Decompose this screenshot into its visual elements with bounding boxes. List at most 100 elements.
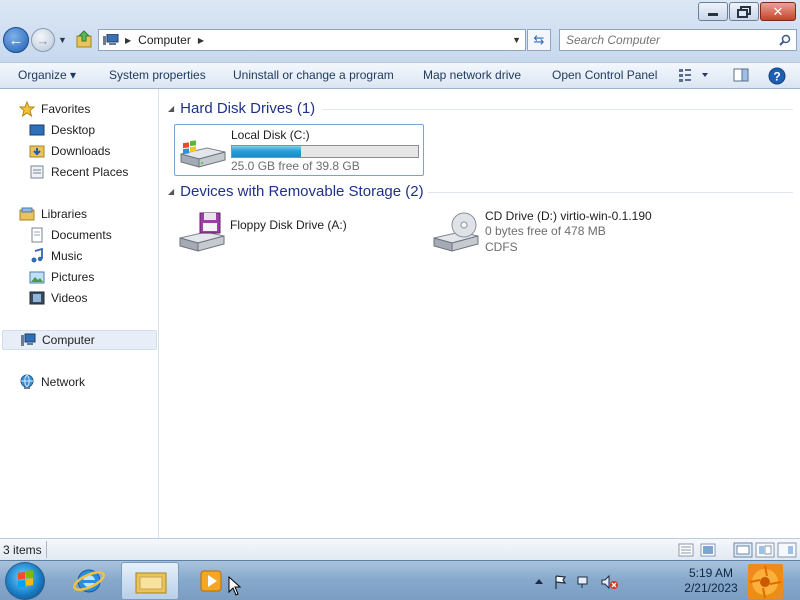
search-input[interactable] [560, 33, 770, 47]
computer-icon [21, 333, 36, 346]
drive-d-tile[interactable]: CD Drive (D:) virtio-win-0.1.190 0 bytes… [430, 207, 690, 257]
collapse-triangle-icon[interactable]: ◢ [168, 187, 174, 196]
group-divider [323, 109, 793, 110]
preview-pane-icon[interactable] [733, 67, 749, 83]
drive-d-free-space: 0 bytes free of 478 MB [485, 224, 606, 238]
forward-button[interactable]: → [31, 28, 55, 52]
search-box[interactable] [559, 29, 797, 51]
window-controls: ✕ [698, 2, 796, 21]
system-properties-button[interactable]: System properties [109, 68, 206, 82]
nav-downloads[interactable]: Downloads [29, 141, 110, 161]
drive-c-tile[interactable]: Local Disk (C:) 25.0 GB free of 39.8 GB [174, 124, 424, 176]
status-bar: 3 items [0, 538, 800, 560]
organize-button[interactable]: Organize ▾ [18, 68, 76, 82]
command-bar: Organize ▾ System properties Uninstall o… [0, 62, 800, 89]
content-pane: ◢ Hard Disk Drives (1) Local Disk (C:) 2… [160, 89, 800, 538]
nav-videos[interactable]: Videos [29, 288, 87, 308]
drive-c-usage-bar [231, 145, 419, 158]
nav-desktop[interactable]: Desktop [29, 120, 95, 140]
nav-computer-label: Computer [42, 333, 95, 347]
taskbar-windows-explorer[interactable] [121, 562, 179, 600]
folder-up-icon[interactable] [76, 30, 92, 48]
minimize-button[interactable] [698, 2, 728, 21]
libraries-icon [19, 207, 35, 221]
taskbar-internet-explorer[interactable] [60, 562, 118, 600]
nav-pictures-label: Pictures [51, 270, 95, 284]
network-globe-icon [20, 374, 34, 389]
open-control-panel-button[interactable]: Open Control Panel [552, 68, 657, 82]
group-header-hard-disk-drives[interactable]: ◢ Hard Disk Drives (1) [168, 100, 315, 117]
group-header-removable-storage[interactable]: ◢ Devices with Removable Storage (2) [168, 183, 424, 200]
pictures-icon [29, 271, 45, 284]
floppy-drive-icon [179, 212, 225, 252]
address-bar[interactable]: ▶ Computer ▶ ▼ [98, 29, 526, 51]
recent-pages-dropdown[interactable]: ▼ [58, 35, 67, 45]
nav-network[interactable]: Network [19, 372, 85, 392]
map-network-drive-button[interactable]: Map network drive [423, 68, 521, 82]
navigation-buttons: ← → ▼ [3, 27, 67, 53]
restore-button[interactable] [729, 2, 759, 21]
uninstall-program-button[interactable]: Uninstall or change a program [233, 68, 394, 82]
recent-places-icon [30, 165, 44, 179]
back-button[interactable]: ← [3, 27, 29, 53]
help-icon[interactable]: ? [768, 67, 786, 85]
clock-time: 5:19 AM [688, 566, 734, 580]
show-hidden-icons-icon [535, 579, 543, 584]
group-hdd-label: Hard Disk Drives (1) [180, 100, 316, 117]
collapse-triangle-icon[interactable]: ◢ [168, 104, 174, 113]
drive-a-tile[interactable]: Floppy Disk Drive (A:) [174, 207, 424, 257]
nav-documents-label: Documents [51, 228, 112, 242]
drive-c-usage-fill [232, 146, 301, 157]
refresh-icon: ⇆ [533, 32, 545, 47]
downloads-folder-icon [29, 145, 45, 158]
user-flower-tile[interactable] [748, 564, 783, 599]
nav-libraries[interactable]: Libraries [19, 204, 87, 224]
nav-videos-label: Videos [51, 291, 88, 305]
nav-recent-places[interactable]: Recent Places [29, 162, 128, 182]
taskbar: 5:19 AM 2/21/2023 [0, 560, 800, 600]
navigation-pane: Favorites Desktop Downloads Recent Place… [0, 89, 159, 538]
drive-c-free-space: 25.0 GB free of 39.8 GB [231, 159, 360, 173]
address-dropdown-icon[interactable]: ▼ [512, 35, 521, 45]
change-view-icon[interactable] [678, 67, 708, 83]
nav-music-label: Music [51, 249, 83, 263]
action-center-flag-icon [555, 575, 567, 589]
drive-c-name: Local Disk (C:) [231, 128, 310, 142]
nav-recent-places-label: Recent Places [51, 165, 129, 179]
drive-a-name: Floppy Disk Drive (A:) [230, 218, 347, 232]
close-button[interactable]: ✕ [760, 2, 796, 21]
network-tray-icon [577, 576, 588, 585]
nav-favorites[interactable]: Favorites [19, 99, 90, 119]
search-icon[interactable] [779, 34, 791, 46]
computer-icon [103, 34, 119, 45]
status-divider [46, 541, 47, 558]
windows-logo-icon [18, 570, 33, 588]
system-tray-icons[interactable] [532, 574, 622, 590]
nav-favorites-label: Favorites [41, 102, 91, 116]
start-button[interactable] [5, 562, 45, 600]
svg-text:?: ? [773, 70, 780, 84]
group-divider [428, 192, 793, 193]
breadcrumb-separator-icon[interactable]: ▶ [125, 36, 131, 45]
layout-buttons-icon[interactable] [733, 542, 797, 558]
window-title-bar: ✕ ← → ▼ ▶ Computer ▶ ▼ ⇆ [0, 0, 800, 62]
forward-arrow-icon: → [36, 32, 50, 48]
star-icon [19, 101, 35, 117]
hard-disk-windows-icon [180, 140, 226, 168]
breadcrumb-computer[interactable]: Computer [138, 33, 191, 47]
nav-downloads-label: Downloads [51, 144, 111, 158]
drive-d-name: CD Drive (D:) virtio-win-0.1.190 [485, 209, 652, 223]
nav-pictures[interactable]: Pictures [29, 267, 94, 287]
refresh-button[interactable]: ⇆ [527, 29, 551, 51]
nav-music[interactable]: Music [29, 246, 82, 266]
group-removable-label: Devices with Removable Storage (2) [180, 183, 424, 200]
flower-picture-icon [748, 564, 783, 599]
system-clock[interactable]: 5:19 AM 2/21/2023 [676, 566, 746, 596]
cd-drive-icon [433, 212, 479, 252]
desktop-icon [29, 124, 45, 136]
view-mode-icons[interactable] [678, 543, 718, 557]
breadcrumb-separator-icon[interactable]: ▶ [198, 36, 204, 45]
nav-documents[interactable]: Documents [29, 225, 112, 245]
nav-computer[interactable]: Computer [2, 330, 157, 350]
mouse-cursor-icon [228, 576, 242, 596]
